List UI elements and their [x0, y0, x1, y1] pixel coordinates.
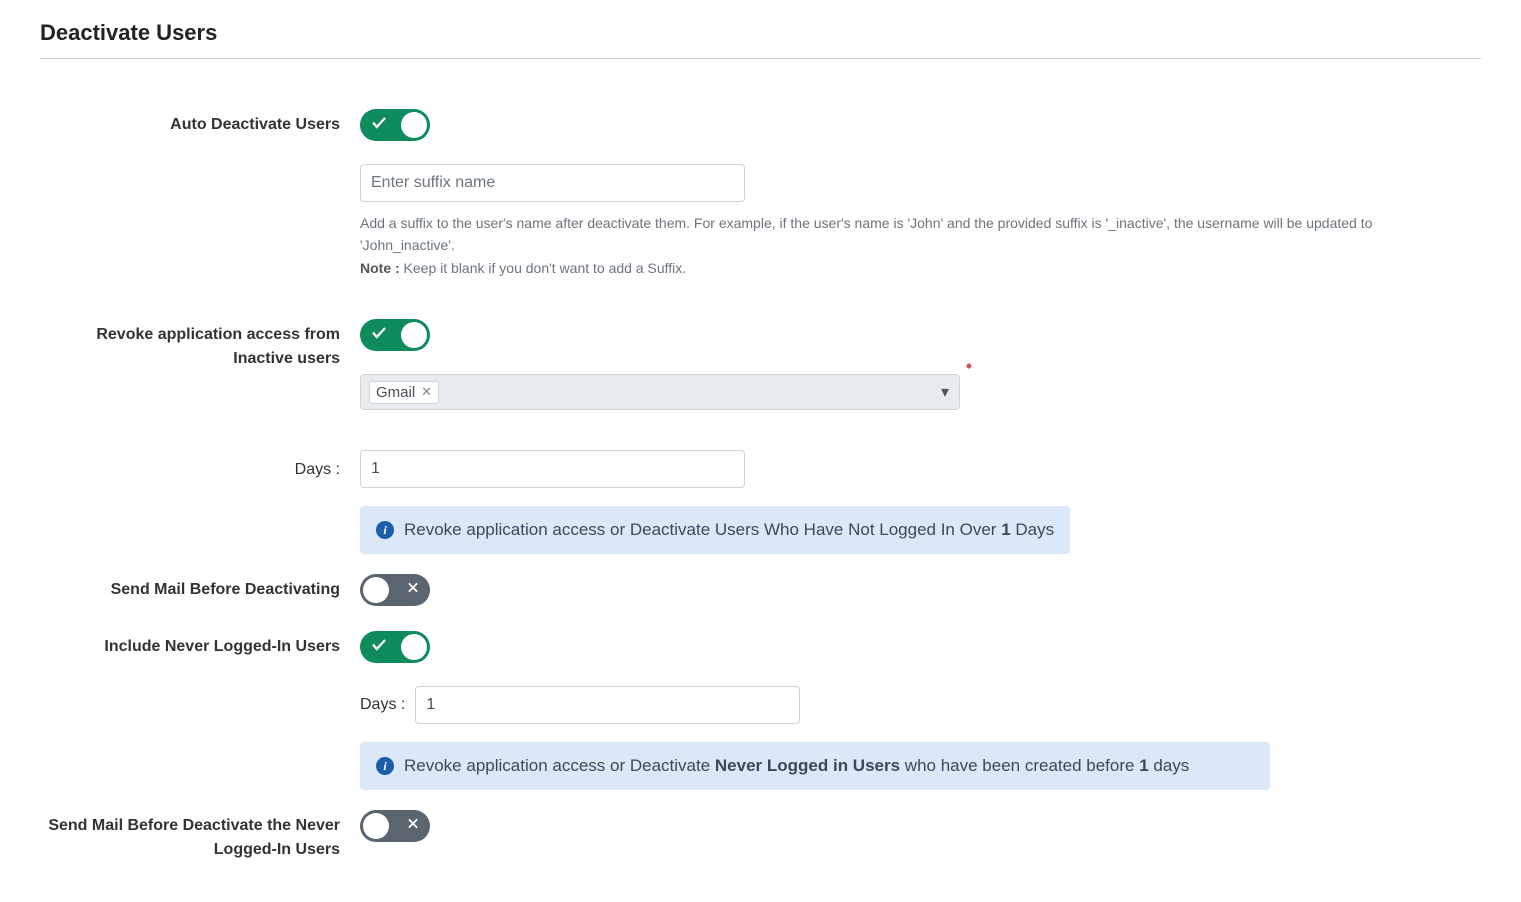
chevron-down-icon: ▾ [941, 382, 949, 402]
toggle-revoke-access[interactable] [360, 319, 430, 351]
label-days: Days : [40, 450, 360, 482]
toggle-knob [363, 577, 389, 603]
info2-bold2: 1 [1139, 756, 1148, 775]
days-input[interactable] [360, 450, 745, 488]
app-chip-gmail: Gmail ✕ [369, 381, 439, 404]
info2-mid: who have been created before [900, 756, 1139, 775]
info2-suffix: days [1149, 756, 1190, 775]
info-icon: i [376, 521, 394, 539]
label-include-never-logged: Include Never Logged-In Users [40, 631, 360, 659]
required-indicator: • [966, 356, 972, 377]
info2-bold1: Never Logged in Users [715, 756, 900, 775]
close-icon [406, 817, 420, 836]
info-text-prefix: Revoke application access or Deactivate … [404, 520, 1001, 539]
info-revoke-days: i Revoke application access or Deactivat… [360, 506, 1070, 554]
check-icon [370, 114, 388, 137]
row-send-mail-before: Send Mail Before Deactivating [40, 574, 1481, 611]
check-icon [370, 636, 388, 659]
info-text-bold: 1 [1001, 520, 1010, 539]
suffix-input[interactable] [360, 164, 745, 202]
toggle-auto-deactivate[interactable] [360, 109, 430, 141]
never-days-input[interactable] [415, 686, 800, 724]
toggle-send-mail-before[interactable] [360, 574, 430, 606]
info-icon: i [376, 757, 394, 775]
label-never-days: Days : [360, 696, 405, 714]
page-title: Deactivate Users [40, 20, 1481, 59]
app-multiselect[interactable]: Gmail ✕ ▾ [360, 374, 960, 410]
info2-prefix: Revoke application access or Deactivate [404, 756, 715, 775]
suffix-help-text: Add a suffix to the user's name after de… [360, 215, 1372, 253]
toggle-knob [401, 634, 427, 660]
app-chip-label: Gmail [376, 384, 415, 401]
info-never-logged: i Revoke application access or Deactivat… [360, 742, 1270, 790]
close-icon [406, 581, 420, 600]
info-text-suffix: Days [1011, 520, 1054, 539]
toggle-knob [401, 112, 427, 138]
toggle-knob [401, 322, 427, 348]
chip-remove-icon[interactable]: ✕ [421, 384, 432, 400]
toggle-send-mail-never[interactable] [360, 810, 430, 842]
check-icon [370, 324, 388, 347]
toggle-knob [363, 813, 389, 839]
row-days: Days : i Revoke application access or De… [40, 450, 1481, 554]
label-send-mail-never: Send Mail Before Deactivate the Never Lo… [40, 810, 360, 862]
row-revoke-access: Revoke application access from Inactive … [40, 319, 1481, 410]
suffix-note-label: Note : [360, 260, 400, 276]
toggle-include-never-logged[interactable] [360, 631, 430, 663]
row-auto-deactivate: Auto Deactivate Users Add a suffix to th… [40, 109, 1481, 279]
label-send-mail-before: Send Mail Before Deactivating [40, 574, 360, 602]
label-revoke-access: Revoke application access from Inactive … [40, 319, 360, 371]
suffix-help: Add a suffix to the user's name after de… [360, 212, 1460, 279]
row-include-never-logged: Include Never Logged-In Users Days : i R… [40, 631, 1481, 790]
label-auto-deactivate: Auto Deactivate Users [40, 109, 360, 137]
row-send-mail-never: Send Mail Before Deactivate the Never Lo… [40, 810, 1481, 862]
suffix-note-text: Keep it blank if you don't want to add a… [400, 260, 687, 276]
